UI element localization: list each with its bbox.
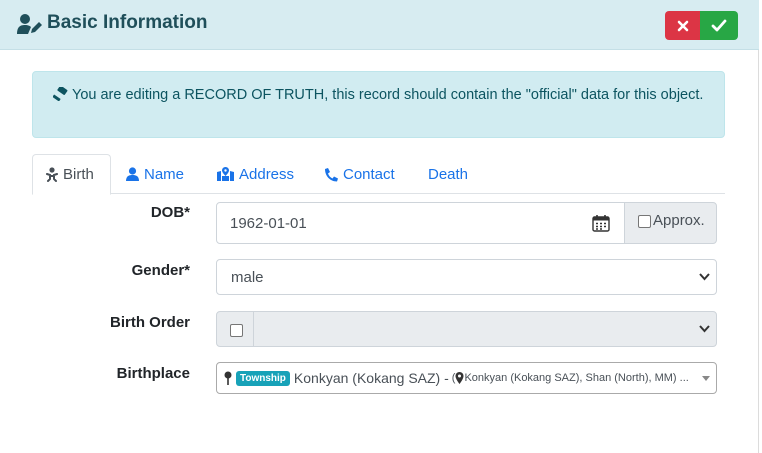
gavel-icon	[53, 87, 68, 101]
dob-label: DOB*	[150, 204, 190, 221]
gender-value: male	[231, 268, 264, 286]
birth-order-toggle[interactable]	[216, 311, 254, 347]
tab-label: Name	[144, 165, 185, 183]
record-of-truth-alert: You are editing a RECORD OF TRUTH, this …	[32, 71, 725, 138]
tab-contact[interactable]: Contact	[324, 154, 395, 194]
birthplace-label: Birthplace	[116, 365, 190, 382]
birthplace-name: Konkyan (Kokang SAZ) -	[293, 370, 449, 386]
dropdown-caret-icon	[702, 376, 710, 381]
birthplace-detail: Konkyan (Kokang SAZ), Shan (North), MM) …	[464, 372, 689, 384]
page-title: Basic Information	[47, 12, 208, 33]
user-edit-icon	[17, 14, 42, 34]
approx-label: Approx.	[653, 212, 705, 229]
header-actions	[665, 11, 738, 40]
alert-text: You are editing a RECORD OF TRUTH, this …	[72, 87, 704, 103]
tab-name[interactable]: Name	[126, 154, 184, 194]
dob-value: 1962-01-01	[230, 215, 307, 232]
map-marked-icon	[217, 167, 234, 181]
tab-label: Address	[239, 165, 295, 183]
baby-icon	[46, 167, 58, 182]
approx-checkbox[interactable]	[638, 215, 651, 228]
chevron-down-icon	[699, 325, 710, 333]
basic-information-panel: Basic Information You are editing a RECO…	[0, 0, 759, 453]
cancel-button[interactable]	[665, 11, 700, 40]
panel-header: Basic Information	[0, 0, 759, 50]
tab-birth[interactable]: Birth	[32, 154, 111, 195]
birth-order-group	[216, 311, 717, 347]
tab-label: Death	[428, 165, 469, 183]
check-icon	[711, 19, 727, 32]
gender-label: Gender*	[131, 262, 190, 279]
save-button[interactable]	[700, 11, 738, 40]
tab-address[interactable]: Address	[217, 154, 294, 194]
gender-select[interactable]: male	[216, 259, 717, 295]
times-icon	[677, 20, 688, 31]
tab-bar: Birth Name Address Contact Death	[32, 154, 725, 195]
dob-input[interactable]: 1962-01-01	[216, 202, 625, 244]
birthplace-select[interactable]: Township Konkyan (Kokang SAZ) - ( Konkya…	[216, 362, 717, 394]
phone-icon	[325, 167, 338, 181]
tab-death[interactable]: Death	[428, 154, 468, 194]
birth-order-checkbox[interactable]	[230, 324, 243, 337]
user-icon	[126, 167, 139, 181]
tab-label: Contact	[343, 165, 395, 183]
approx-toggle[interactable]: Approx.	[624, 202, 717, 244]
birth-order-select[interactable]	[253, 311, 717, 347]
tab-label: Birth	[63, 166, 94, 183]
chevron-down-icon	[699, 273, 710, 281]
map-pin-icon	[224, 371, 232, 385]
birthplace-type-badge: Township	[236, 370, 290, 386]
birth-order-label: Birth Order	[109, 314, 190, 331]
map-marker-icon	[455, 372, 464, 384]
calendar-icon[interactable]	[592, 214, 610, 232]
